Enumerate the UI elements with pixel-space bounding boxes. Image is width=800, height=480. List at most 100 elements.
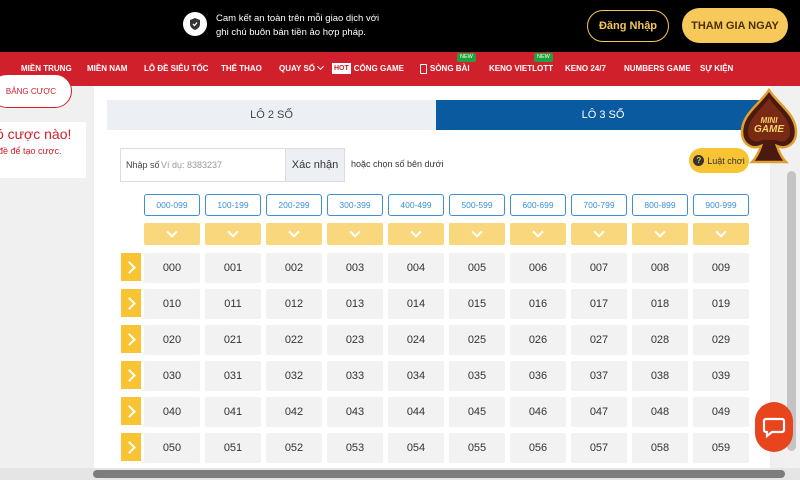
number-cell[interactable]: 049 xyxy=(693,397,749,427)
number-cell[interactable]: 025 xyxy=(449,325,505,355)
number-cell[interactable]: 053 xyxy=(327,433,383,463)
number-cell[interactable]: 031 xyxy=(205,361,261,391)
column-expand-button[interactable] xyxy=(510,223,566,245)
range-filter-button[interactable]: 400-499 xyxy=(388,194,444,216)
row-select-button[interactable] xyxy=(121,397,141,425)
range-filter-button[interactable]: 000-099 xyxy=(144,194,200,216)
nav-item-quay-so[interactable]: QUAY SỐ xyxy=(279,52,325,86)
chat-button[interactable] xyxy=(755,402,793,452)
number-cell[interactable]: 004 xyxy=(388,253,444,283)
number-cell[interactable]: 040 xyxy=(144,397,200,427)
column-expand-button[interactable] xyxy=(632,223,688,245)
range-filter-button[interactable]: 200-299 xyxy=(266,194,322,216)
number-cell[interactable]: 019 xyxy=(693,289,749,319)
column-expand-button[interactable] xyxy=(205,223,261,245)
number-cell[interactable]: 036 xyxy=(510,361,566,391)
number-cell[interactable]: 023 xyxy=(327,325,383,355)
number-cell[interactable]: 003 xyxy=(327,253,383,283)
number-cell[interactable]: 011 xyxy=(205,289,261,319)
column-expand-button[interactable] xyxy=(388,223,444,245)
number-cell[interactable]: 030 xyxy=(144,361,200,391)
number-cell[interactable]: 046 xyxy=(510,397,566,427)
nav-item-cong-game[interactable]: HOT CỔNG GAME xyxy=(332,52,404,86)
number-cell[interactable]: 032 xyxy=(266,361,322,391)
number-cell[interactable]: 047 xyxy=(571,397,627,427)
column-expand-button[interactable] xyxy=(449,223,505,245)
number-cell[interactable]: 037 xyxy=(571,361,627,391)
row-select-button[interactable] xyxy=(121,325,141,353)
range-filter-button[interactable]: 900-999 xyxy=(693,194,749,216)
number-cell[interactable]: 034 xyxy=(388,361,444,391)
range-filter-button[interactable]: 700-799 xyxy=(571,194,627,216)
number-cell[interactable]: 024 xyxy=(388,325,444,355)
range-filter-button[interactable]: 500-599 xyxy=(449,194,505,216)
range-filter-button[interactable]: 600-699 xyxy=(510,194,566,216)
number-cell[interactable]: 033 xyxy=(327,361,383,391)
number-cell[interactable]: 006 xyxy=(510,253,566,283)
number-cell[interactable]: 015 xyxy=(449,289,505,319)
bet-slip-button[interactable]: BẢNG CƯỢC xyxy=(0,74,72,108)
number-cell[interactable]: 012 xyxy=(266,289,322,319)
number-cell[interactable]: 026 xyxy=(510,325,566,355)
tab-lo-3-so[interactable]: LÔ 3 SỐ xyxy=(436,100,770,130)
column-expand-button[interactable] xyxy=(144,223,200,245)
horizontal-scrollbar[interactable] xyxy=(0,468,800,480)
scroll-thumb[interactable] xyxy=(93,470,785,478)
number-cell[interactable]: 035 xyxy=(449,361,505,391)
number-cell[interactable]: 057 xyxy=(571,433,627,463)
number-cell[interactable]: 055 xyxy=(449,433,505,463)
range-filter-button[interactable]: 300-399 xyxy=(327,194,383,216)
nav-item-keno-24-7[interactable]: KENO 24/7 xyxy=(565,52,606,86)
range-filter-button[interactable]: 100-199 xyxy=(205,194,261,216)
number-cell[interactable]: 021 xyxy=(205,325,261,355)
number-cell[interactable]: 042 xyxy=(266,397,322,427)
number-cell[interactable]: 001 xyxy=(205,253,261,283)
number-cell[interactable]: 020 xyxy=(144,325,200,355)
nav-item-the-thao[interactable]: THỂ THAO xyxy=(221,52,262,86)
number-cell[interactable]: 002 xyxy=(266,253,322,283)
number-cell[interactable]: 038 xyxy=(632,361,688,391)
number-cell[interactable]: 059 xyxy=(693,433,749,463)
number-cell[interactable]: 039 xyxy=(693,361,749,391)
number-cell[interactable]: 022 xyxy=(266,325,322,355)
number-cell[interactable]: 010 xyxy=(144,289,200,319)
number-cell[interactable]: 008 xyxy=(632,253,688,283)
confirm-button[interactable]: Xác nhận xyxy=(285,148,345,182)
nav-item-numbers-game[interactable]: NUMBERS GAME xyxy=(624,52,691,86)
number-cell[interactable]: 041 xyxy=(205,397,261,427)
nav-item-su-kien[interactable]: SỰ KIỆN xyxy=(700,52,733,86)
number-cell[interactable]: 007 xyxy=(571,253,627,283)
row-select-button[interactable] xyxy=(121,433,141,461)
column-expand-button[interactable] xyxy=(693,223,749,245)
tab-lo-2-so[interactable]: LÔ 2 SỐ xyxy=(107,100,436,130)
column-expand-button[interactable] xyxy=(571,223,627,245)
number-cell[interactable]: 058 xyxy=(632,433,688,463)
number-cell[interactable]: 013 xyxy=(327,289,383,319)
range-filter-button[interactable]: 800-899 xyxy=(632,194,688,216)
number-cell[interactable]: 045 xyxy=(449,397,505,427)
nav-item-mien-nam[interactable]: MIỀN NAM xyxy=(87,52,127,86)
row-select-button[interactable] xyxy=(121,361,141,389)
number-cell[interactable]: 014 xyxy=(388,289,444,319)
number-cell[interactable]: 000 xyxy=(144,253,200,283)
mini-game-button[interactable]: MINI GAME xyxy=(740,87,798,164)
number-cell[interactable]: 028 xyxy=(632,325,688,355)
number-cell[interactable]: 018 xyxy=(632,289,688,319)
column-expand-button[interactable] xyxy=(266,223,322,245)
number-cell[interactable]: 016 xyxy=(510,289,566,319)
row-select-button[interactable] xyxy=(121,289,141,317)
number-input[interactable] xyxy=(161,154,281,176)
column-expand-button[interactable] xyxy=(327,223,383,245)
number-cell[interactable]: 056 xyxy=(510,433,566,463)
number-cell[interactable]: 005 xyxy=(449,253,505,283)
number-cell[interactable]: 051 xyxy=(205,433,261,463)
number-cell[interactable]: 044 xyxy=(388,397,444,427)
number-cell[interactable]: 009 xyxy=(693,253,749,283)
login-button[interactable]: Đăng Nhập xyxy=(587,10,669,42)
row-select-button[interactable] xyxy=(121,253,141,281)
number-cell[interactable]: 052 xyxy=(266,433,322,463)
number-cell[interactable]: 050 xyxy=(144,433,200,463)
number-cell[interactable]: 054 xyxy=(388,433,444,463)
nav-item-lo-de-sieu-toc[interactable]: LÔ ĐỀ SIÊU TỐC xyxy=(144,52,208,86)
number-cell[interactable]: 029 xyxy=(693,325,749,355)
